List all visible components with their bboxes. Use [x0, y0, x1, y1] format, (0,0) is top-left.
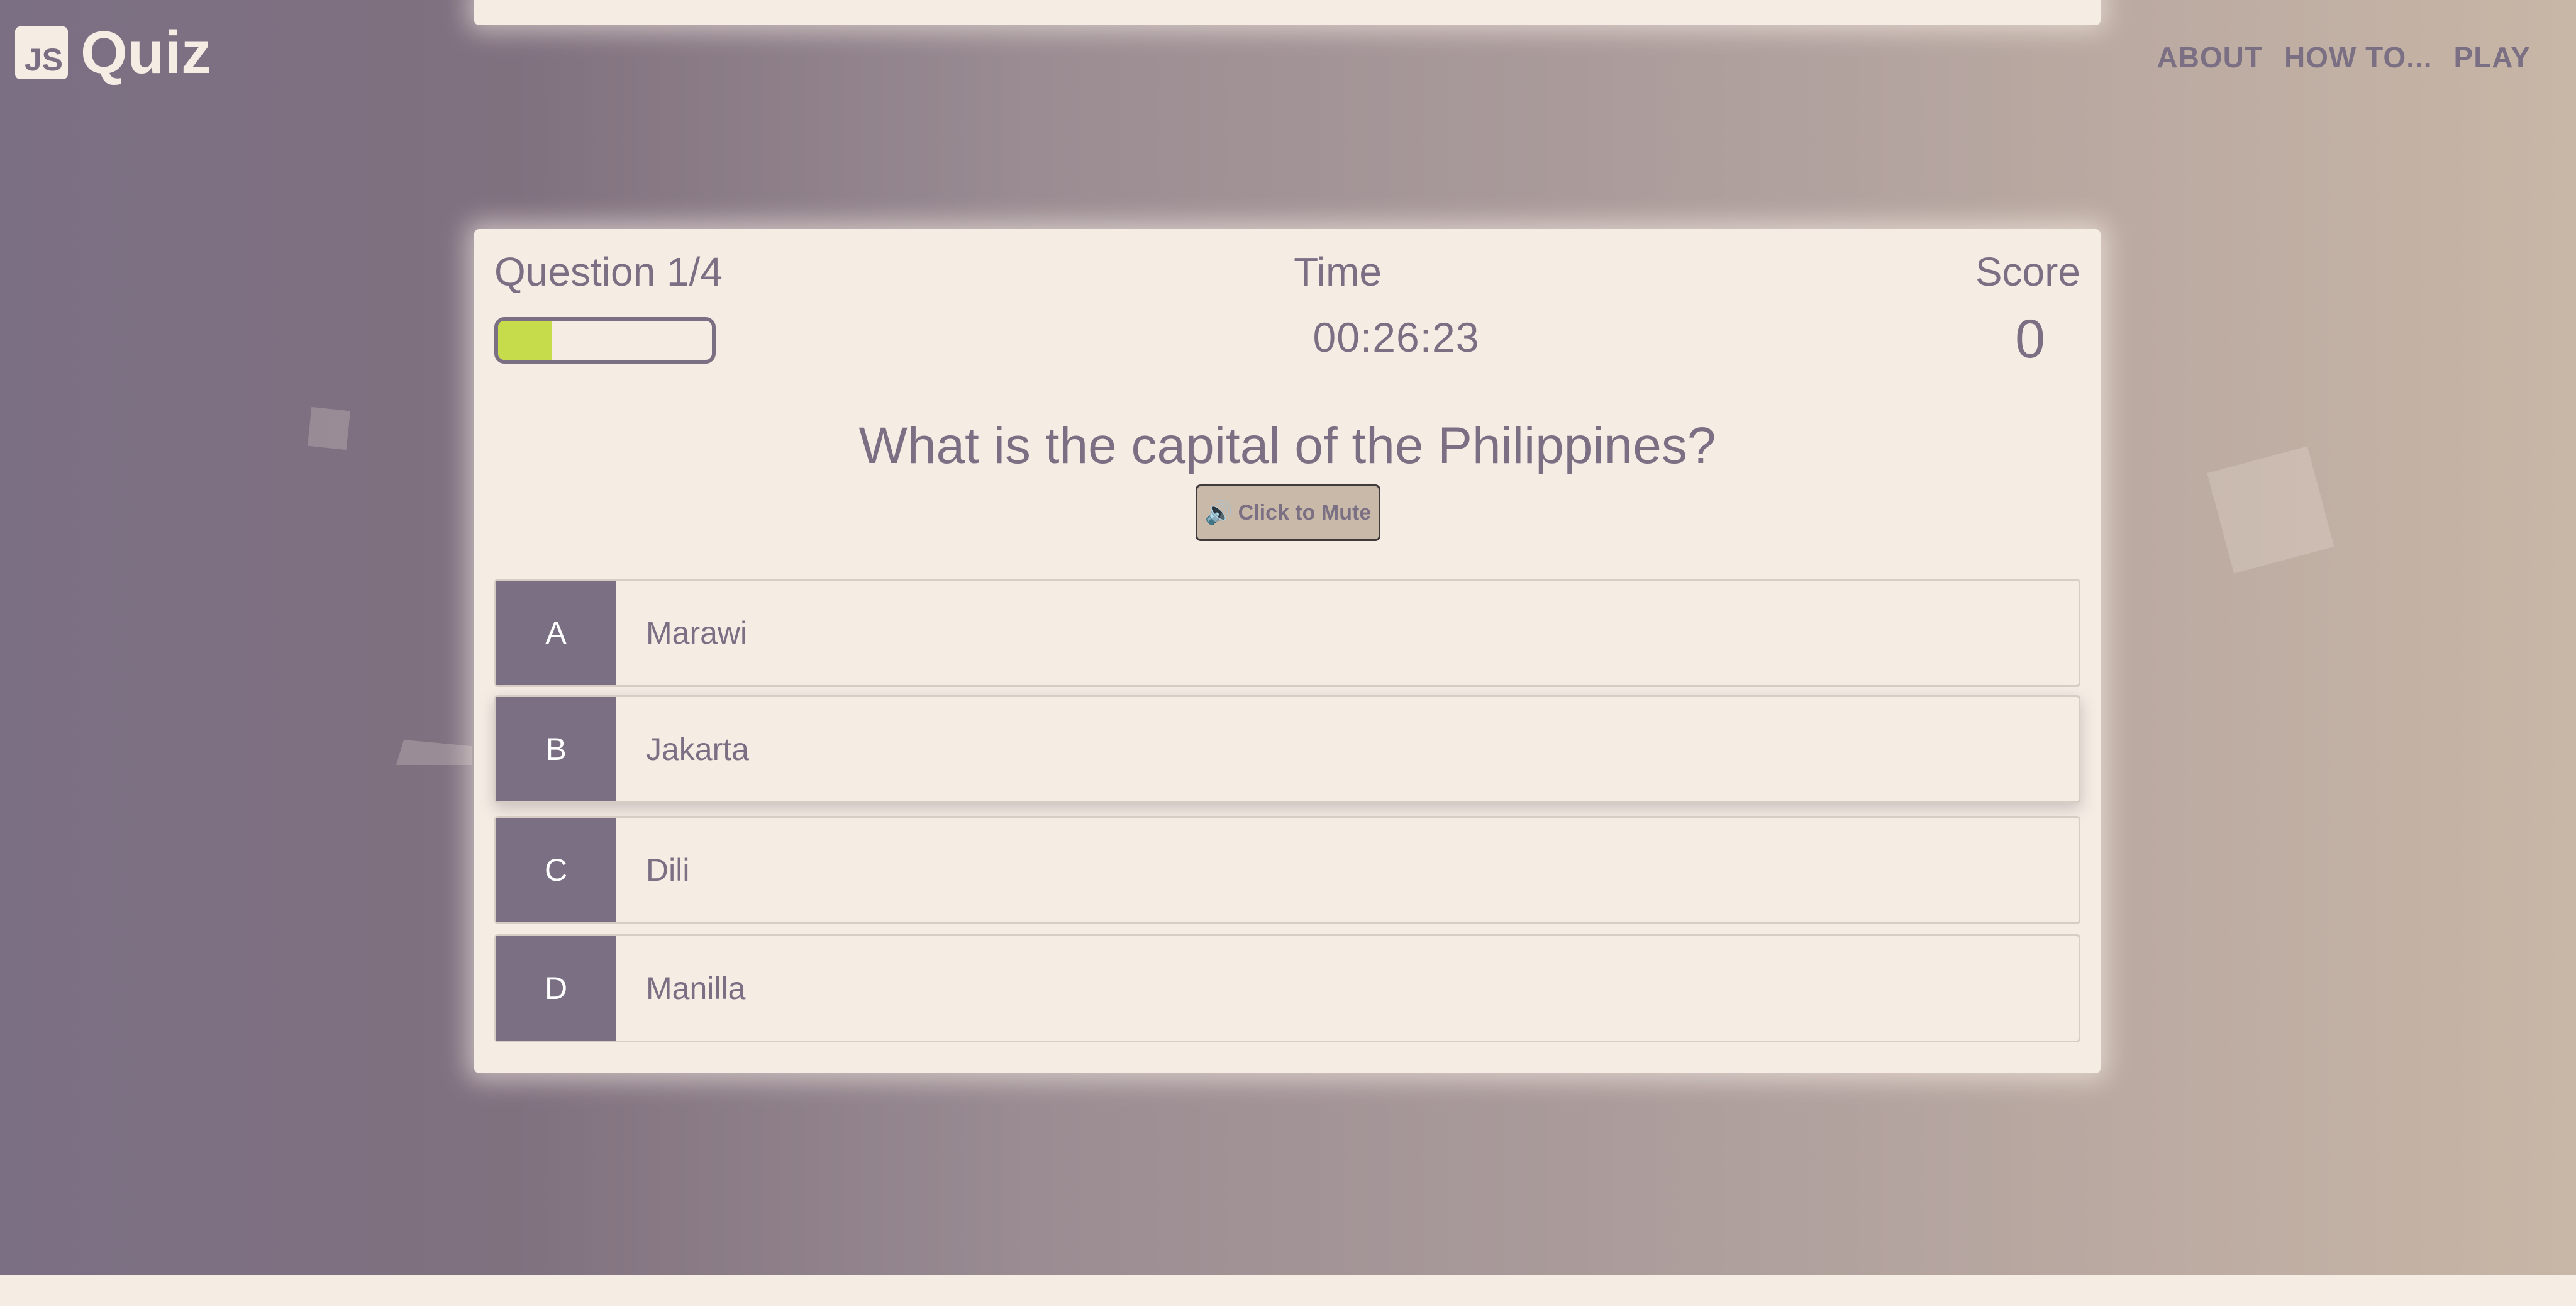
time-label: Time	[1294, 249, 1382, 294]
choice-c[interactable]: C Dili	[494, 816, 2080, 924]
time-value: 00:26:23	[1313, 314, 1480, 360]
mute-button[interactable]: 🔊 Click to Mute	[1196, 484, 1380, 541]
nav-play-link[interactable]: PLAY	[2454, 40, 2531, 74]
logo-badge-text: JS	[24, 42, 63, 77]
choice-text: Manilla	[646, 971, 746, 1006]
choice-prefix: A	[496, 581, 616, 685]
progress-bar-fill	[498, 321, 552, 360]
nav-about-link[interactable]: ABOUT	[2157, 40, 2263, 74]
decorative-square	[307, 406, 351, 450]
choice-b[interactable]: B Jakarta	[494, 695, 2080, 803]
score-label: Score	[1975, 249, 2080, 294]
logo[interactable]: JS Quiz	[15, 23, 211, 83]
choice-prefix: B	[496, 697, 616, 801]
quiz-card: Question 1/4 Time 00:26:23 Score 0 What …	[474, 229, 2101, 1073]
previous-card-edge	[474, 0, 2101, 25]
choice-a[interactable]: A Marawi	[494, 579, 2080, 687]
choice-text: Marawi	[646, 615, 748, 650]
question-text: What is the capital of the Philippines?	[858, 417, 1716, 474]
speaker-icon: 🔊	[1204, 500, 1233, 525]
choice-d[interactable]: D Manilla	[494, 934, 2080, 1042]
page-footer	[0, 1275, 2576, 1306]
logo-text: Quiz	[80, 19, 211, 86]
choice-text: Dili	[646, 852, 690, 888]
main-nav: ABOUT HOW TO... PLAY	[2157, 40, 2531, 74]
progress-bar	[494, 317, 716, 364]
logo-badge: JS	[15, 26, 68, 79]
choice-text: Jakarta	[646, 732, 749, 767]
score-value: 0	[2015, 309, 2045, 369]
choice-prefix: C	[496, 818, 616, 922]
nav-how-to-link[interactable]: HOW TO...	[2284, 40, 2433, 74]
mute-button-label: Click to Mute	[1238, 500, 1372, 525]
choice-prefix: D	[496, 936, 616, 1041]
